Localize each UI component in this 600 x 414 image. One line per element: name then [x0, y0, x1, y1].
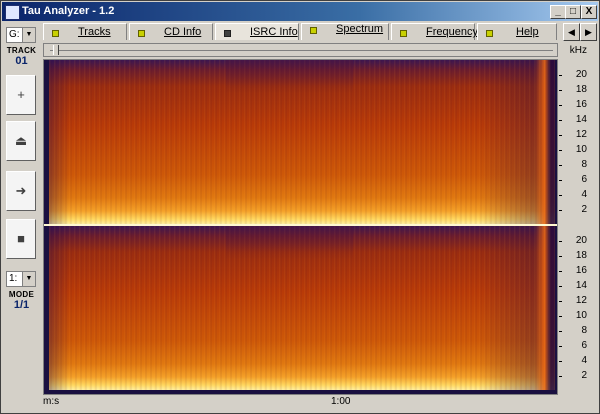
stop-button[interactable]: ■ — [6, 219, 36, 259]
frequency-tick-label: 20 — [575, 69, 587, 80]
window-title: Tau Analyzer - 1.2 — [22, 5, 115, 17]
tab-help[interactable]: Help — [477, 23, 557, 40]
slider-thumb[interactable] — [53, 45, 59, 55]
title-bar[interactable]: Tau Analyzer - 1.2 _ □ X — [2, 2, 598, 21]
close-button[interactable]: X — [581, 5, 597, 19]
tab-spectrum[interactable]: Spectrum — [301, 23, 389, 40]
frequency-tick-label: 8 — [581, 325, 587, 336]
frequency-tick-mark — [559, 241, 562, 242]
frequency-tick-mark — [559, 195, 562, 196]
mode-value: 1/1 — [13, 299, 30, 311]
chevron-down-icon: ▼ — [22, 272, 35, 286]
frequency-tick-mark — [559, 75, 562, 76]
frequency-tick-mark — [559, 150, 562, 151]
frequency-tick-mark — [559, 316, 562, 317]
left-panel: G: ▼ TRACK 01 + ⏏ ➜ ■ 1: ▼ MODE 1/1 — [4, 23, 39, 411]
chevron-down-icon: ▼ — [22, 28, 35, 42]
mode-label: MODE — [8, 290, 35, 299]
drive-select[interactable]: G: ▼ — [6, 27, 36, 43]
eject-icon: ⏏ — [14, 133, 28, 148]
frequency-tick-label: 4 — [581, 189, 587, 200]
play-button[interactable]: ➜ — [6, 171, 36, 211]
frequency-tick-label: 16 — [575, 265, 587, 276]
stop-icon: ■ — [17, 231, 25, 246]
add-button[interactable]: + — [6, 75, 36, 115]
tab-cd-info[interactable]: CD Info — [129, 23, 213, 40]
spectrogram-left-channel — [49, 60, 555, 224]
time-mark: 1:00 — [331, 396, 351, 407]
frequency-tick-mark — [559, 180, 562, 181]
frequency-tick-label: 6 — [581, 340, 587, 351]
tab-isrc-info[interactable]: ISRC Info — [215, 23, 299, 40]
tab-scroll-right-button[interactable]: ▶ — [580, 23, 597, 41]
frequency-tick-label: 2 — [581, 370, 587, 381]
frequency-tick-label: 14 — [575, 114, 587, 125]
time-unit: m:s — [43, 396, 60, 407]
frequency-tick-label: 4 — [581, 355, 587, 366]
track-number: 01 — [15, 55, 28, 67]
frequency-tick-label: 10 — [575, 144, 587, 155]
tab-led-icon — [310, 27, 317, 34]
frequency-tick-label: 8 — [581, 159, 587, 170]
frequency-tick-label: 14 — [575, 280, 587, 291]
frequency-tick-mark — [559, 301, 562, 302]
spectrogram-right-channel — [49, 226, 555, 390]
frequency-tick-label: 18 — [575, 250, 587, 261]
frequency-tick-mark — [559, 120, 562, 121]
maximize-button[interactable]: □ — [565, 5, 581, 19]
frequency-tick-mark — [559, 256, 562, 257]
eject-button[interactable]: ⏏ — [6, 121, 36, 161]
mode-select[interactable]: 1: ▼ — [6, 271, 36, 287]
tab-tracks[interactable]: Tracks — [43, 23, 127, 40]
frequency-tick-label: 12 — [575, 295, 587, 306]
frequency-tick-label: 20 — [575, 235, 587, 246]
arrow-right-icon: ➜ — [15, 183, 27, 198]
frequency-tick-mark — [559, 286, 562, 287]
tab-led-icon — [224, 30, 231, 37]
app-icon — [5, 5, 20, 20]
frequency-unit: kHz — [569, 45, 587, 56]
frequency-tick-label: 12 — [575, 129, 587, 140]
frequency-tick-mark — [559, 271, 562, 272]
time-axis: m:s 1:00 — [43, 395, 558, 411]
tab-scroll-left-button[interactable]: ◀ — [563, 23, 580, 41]
app-window: Tau Analyzer - 1.2 _ □ X Tracks CD Info … — [0, 0, 600, 414]
tab-led-icon — [486, 30, 493, 37]
frequency-tick-mark — [559, 210, 562, 211]
tab-frequency[interactable]: Frequency — [391, 23, 478, 40]
frequency-tick-label: 2 — [581, 204, 587, 215]
frequency-tick-label: 6 — [581, 174, 587, 185]
slider-track — [50, 50, 553, 51]
frequency-tick-mark — [559, 361, 562, 362]
track-label: TRACK — [6, 46, 37, 55]
frequency-tick-mark — [559, 90, 562, 91]
frequency-tick-label: 10 — [575, 310, 587, 321]
frequency-tick-mark — [559, 346, 562, 347]
spectrogram — [43, 59, 558, 395]
plus-icon: + — [17, 87, 25, 102]
frequency-tick-mark — [559, 135, 562, 136]
frequency-tick-mark — [559, 376, 562, 377]
position-slider[interactable] — [43, 43, 558, 57]
frequency-tick-mark — [559, 165, 562, 166]
minimize-button[interactable]: _ — [550, 5, 566, 19]
frequency-axis: kHz 20 18 16 14 12 10 8 6 4 2 20 18 16 14 12 10 8 6 4 2 — [559, 43, 599, 393]
tab-led-icon — [138, 30, 145, 37]
frequency-tick-label: 18 — [575, 84, 587, 95]
tab-led-icon — [52, 30, 59, 37]
frequency-tick-label: 16 — [575, 99, 587, 110]
frequency-tick-mark — [559, 331, 562, 332]
tab-led-icon — [400, 30, 407, 37]
frequency-tick-mark — [559, 105, 562, 106]
